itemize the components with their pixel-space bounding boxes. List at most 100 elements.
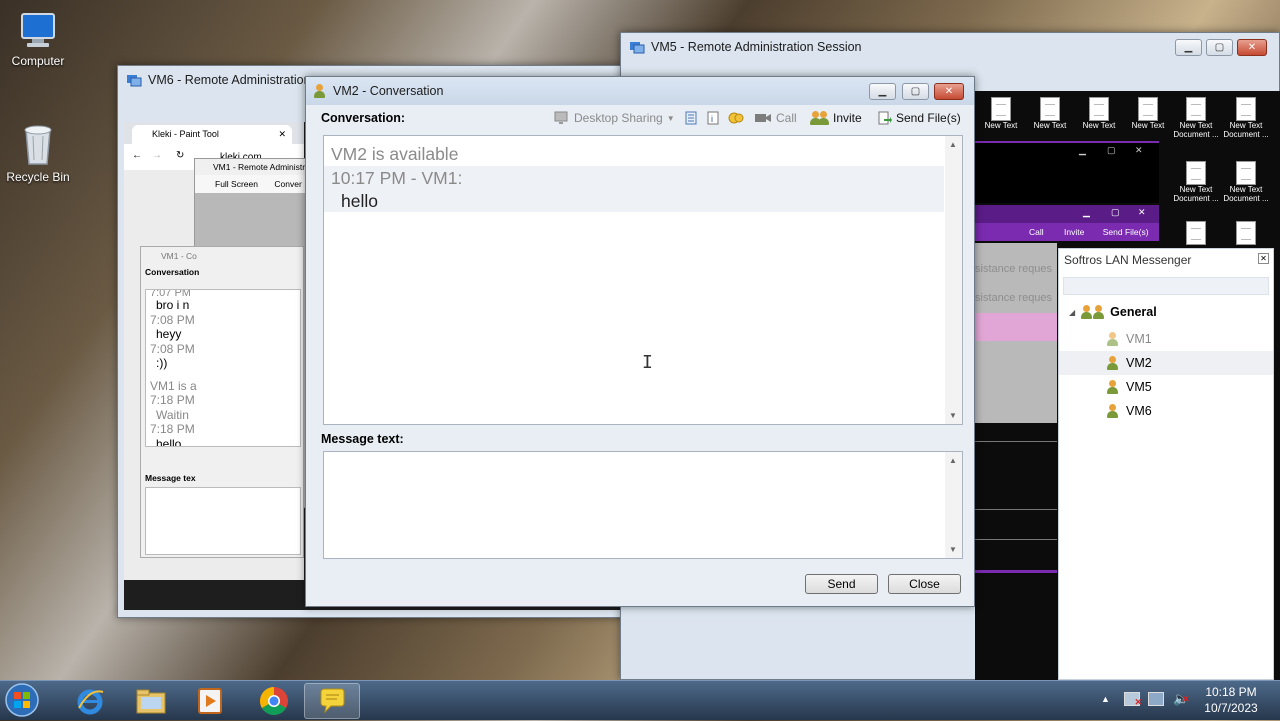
message-block: 10:17 PM - VM1: hello	[324, 166, 944, 212]
vm1-message-input[interactable]	[145, 487, 301, 555]
close-button[interactable]: Close	[888, 574, 961, 594]
emoticons-button[interactable]	[728, 108, 744, 128]
taskbar-explorer-button[interactable]	[123, 683, 179, 719]
inner-maximize-icon[interactable]: ▢	[1111, 207, 1120, 218]
taskbar-media-button[interactable]	[182, 683, 238, 719]
input-scrollbar[interactable]: ▲ ▼	[945, 452, 962, 558]
chevron-down-icon[interactable]: ▼	[667, 114, 675, 123]
inner-minimize-icon[interactable]: ▁	[1083, 207, 1090, 218]
inner-send-files-button[interactable]: Send File(s)	[1103, 227, 1149, 237]
vm5-divider	[975, 539, 1057, 540]
scroll-down-arrow-icon[interactable]: ▼	[949, 411, 957, 420]
tab-close-icon[interactable]: ✕	[278, 125, 286, 144]
conv-line: VM1 is a	[150, 378, 197, 393]
conv-line: 7:08 PM	[150, 312, 195, 327]
message-input[interactable]: ▲ ▼	[323, 451, 963, 559]
volume-muted-icon[interactable]: 🔈 ✕	[1173, 691, 1190, 707]
full-screen-button[interactable]: Full Screen	[215, 179, 258, 189]
vm1-conversation-inner[interactable]: VM1 - Co Conversation 7:07 PM bro i n 7:…	[140, 246, 304, 558]
vm5-file-icon[interactable]: New Text Document ...	[1171, 161, 1221, 203]
vm5-file-icon[interactable]: New Text	[1077, 97, 1121, 130]
call-button[interactable]: Call	[754, 108, 797, 128]
close-window-button[interactable]: ✕	[934, 83, 964, 100]
send-files-button[interactable]: Send File(s)	[878, 108, 961, 128]
conv-line: bro i n	[156, 298, 190, 312]
vm5-file-icon[interactable]: New Text Document ...	[1221, 161, 1271, 203]
text-file-icon	[1186, 97, 1206, 121]
desktop-icon-computer[interactable]: Computer	[0, 10, 76, 68]
info-button[interactable]: i	[706, 108, 720, 128]
messenger-close-icon[interactable]: ✕	[1258, 253, 1269, 264]
user-item-vm5[interactable]: VM5	[1059, 375, 1273, 399]
assist-line: sistance reques	[975, 292, 1053, 304]
vm1-conv-label: Conversation	[145, 267, 200, 277]
inner-close-icon[interactable]: ✕	[1138, 207, 1146, 218]
vm5-inner-titlebar[interactable]: ▁ ▢ ✕	[975, 205, 1159, 223]
text-file-icon	[1236, 97, 1256, 121]
vm5-file-icon[interactable]: New Text Document ...	[1221, 97, 1271, 139]
group-label: General	[1110, 305, 1157, 319]
vm5-divider	[975, 441, 1057, 442]
inner-minimize-icon[interactable]: ▁	[1079, 145, 1086, 156]
scroll-up-arrow-icon[interactable]: ▲	[949, 140, 957, 149]
user-item-vm1[interactable]: VM1	[1059, 327, 1273, 351]
user-label: VM6	[1126, 404, 1152, 418]
messenger-panel[interactable]: Softros LAN Messenger ✕ ◢ General VM1 VM…	[1058, 248, 1274, 680]
vm5-assist-panel: sistance reques sistance reques	[975, 243, 1057, 423]
inner-invite-button[interactable]: Invite	[1064, 227, 1084, 237]
conv-line: 7:18 PM	[150, 422, 195, 436]
history-scrollbar[interactable]: ▲ ▼	[945, 136, 962, 424]
vm5-file-icon[interactable]: New Text Document ...	[1171, 97, 1221, 139]
invite-label: Invite	[833, 111, 862, 125]
send-button[interactable]: Send	[805, 574, 878, 594]
computer-icon	[21, 13, 55, 47]
conversation-button[interactable]: Conver	[274, 179, 301, 189]
network-alert-icon[interactable]: ✕	[1124, 692, 1142, 707]
reload-icon[interactable]: ↻	[176, 150, 184, 161]
text-file-icon	[1236, 161, 1256, 185]
messenger-title: Softros LAN Messenger	[1064, 253, 1192, 267]
tray-overflow-icon[interactable]: ▲	[1101, 694, 1110, 704]
browser-tab-title: Kleki - Paint Tool	[152, 129, 219, 139]
vm5-divider	[975, 509, 1057, 510]
taskbar-chrome-button[interactable]	[246, 683, 302, 719]
history-button[interactable]	[684, 108, 698, 128]
minimize-button[interactable]: ▁	[869, 83, 896, 100]
scroll-down-arrow-icon[interactable]: ▼	[949, 545, 957, 554]
maximize-button[interactable]: ▢	[1206, 39, 1233, 56]
inner-close-icon[interactable]: ✕	[1135, 145, 1143, 156]
vm5-file-icon[interactable]	[1221, 221, 1271, 245]
conversation-window[interactable]: VM2 - Conversation ▁ ▢ ✕ Conversation: D…	[305, 76, 975, 607]
invite-button[interactable]: Invite	[810, 108, 862, 128]
vm5-file-icon[interactable]: New Text	[1126, 97, 1170, 130]
conversation-history[interactable]: VM2 is available 10:17 PM - VM1: hello ▲…	[323, 135, 963, 425]
minimize-button[interactable]: ▁	[1175, 39, 1202, 56]
messenger-search[interactable]	[1063, 277, 1269, 295]
display-icon[interactable]	[1148, 692, 1164, 706]
back-arrow-icon[interactable]: ←	[132, 150, 142, 161]
vm5-file-icon[interactable]	[1171, 221, 1221, 245]
message-text-label: Message text:	[321, 432, 404, 446]
inner-call-button[interactable]: Call	[1029, 227, 1044, 237]
desktop-icon-recycle-bin[interactable]: Recycle Bin	[0, 122, 76, 184]
group-general[interactable]: ◢ General	[1069, 305, 1157, 319]
user-item-vm2[interactable]: VM2	[1059, 351, 1273, 375]
taskbar-messenger-button[interactable]	[304, 683, 360, 719]
close-button[interactable]: ✕	[1237, 39, 1267, 56]
vm5-file-icon[interactable]: New Text	[1028, 97, 1072, 130]
desktop-sharing-button[interactable]: Desktop Sharing ▼	[554, 108, 675, 128]
vm5-file-icon[interactable]: New Text	[979, 97, 1023, 130]
start-button[interactable]	[4, 682, 44, 718]
collapse-arrow-icon[interactable]: ◢	[1069, 308, 1075, 317]
browser-tab[interactable]: Kleki - Paint Tool ✕	[132, 125, 292, 144]
clock[interactable]: 10:18 PM 10/7/2023	[1196, 684, 1266, 716]
inner-maximize-icon[interactable]: ▢	[1107, 145, 1116, 156]
scroll-up-arrow-icon[interactable]: ▲	[949, 456, 957, 465]
forward-arrow-icon[interactable]: →	[152, 150, 162, 161]
user-item-vm6[interactable]: VM6	[1059, 399, 1273, 423]
vm5-inner-window[interactable]: ▁ ▢ ✕	[975, 141, 1159, 203]
taskbar-ie-button[interactable]	[62, 683, 118, 719]
file-label: New Text Document ...	[1173, 185, 1219, 203]
maximize-button[interactable]: ▢	[902, 83, 929, 100]
message-header: 10:17 PM - VM1:	[331, 168, 463, 188]
